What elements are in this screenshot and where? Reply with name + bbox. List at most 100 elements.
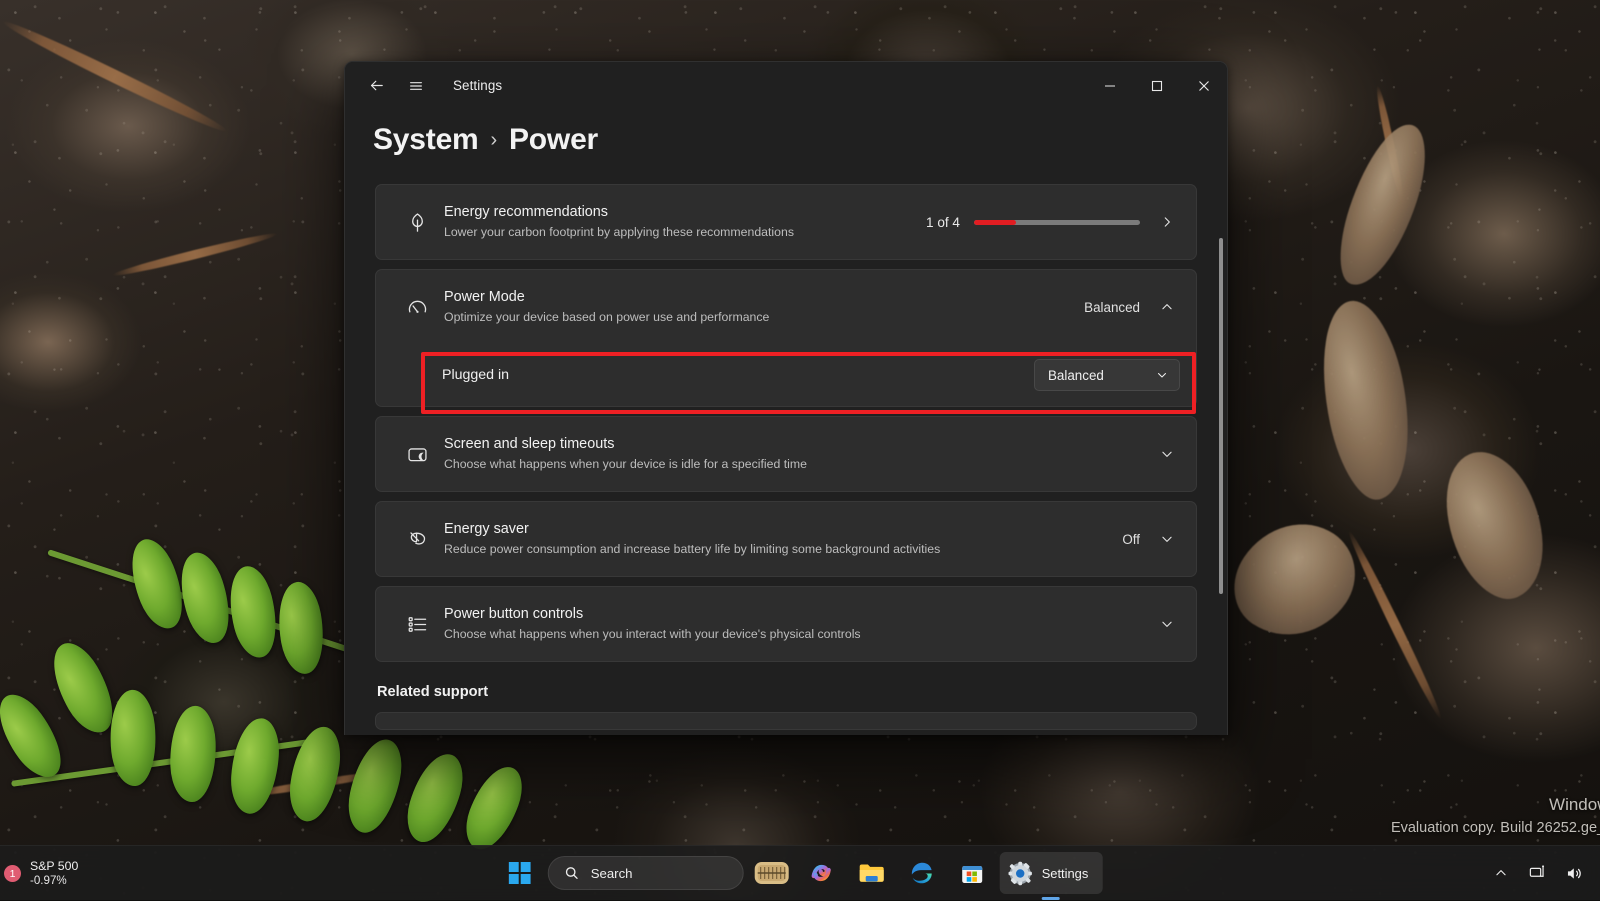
maximize-icon — [1151, 80, 1163, 92]
gauge-icon — [394, 296, 440, 319]
row-text: Energy recommendations Lower your carbon… — [440, 203, 926, 241]
chevron-down-icon[interactable] — [1154, 617, 1180, 631]
speaker-icon — [1564, 864, 1583, 883]
edge-icon — [909, 860, 935, 886]
maximize-button[interactable] — [1133, 62, 1180, 109]
card-energy-saver: Energy saver Reduce power consumption an… — [375, 501, 1197, 577]
row-text: Power Mode Optimize your device based on… — [440, 288, 1084, 326]
taskbar-app-microsoft-store[interactable] — [950, 852, 994, 894]
taskbar: 1 S&P 500 -0.97% Search — [0, 845, 1600, 900]
minimize-button[interactable] — [1086, 62, 1133, 109]
chevron-up-icon[interactable] — [1154, 300, 1180, 314]
plugged-in-power-mode-dropdown[interactable]: Balanced — [1034, 359, 1180, 391]
row-power-button-controls[interactable]: Power button controls Choose what happen… — [376, 587, 1196, 661]
breadcrumb: System › Power — [345, 109, 1227, 157]
progress-fill — [974, 220, 1016, 225]
row-title: Energy saver — [444, 520, 1122, 539]
progress-count-label: 1 of 4 — [926, 215, 960, 230]
energy-saver-icon — [394, 528, 440, 551]
taskbar-app-file-explorer[interactable] — [850, 852, 894, 894]
energy-saver-value: Off — [1122, 532, 1140, 547]
window-titlebar: Settings — [345, 62, 1227, 109]
taskbar-widgets-button[interactable]: 1 S&P 500 -0.97% — [0, 846, 90, 901]
taskbar-app-settings[interactable]: Settings — [1000, 852, 1103, 894]
leaf-icon — [394, 211, 440, 234]
content-scrollbar[interactable] — [1219, 182, 1223, 735]
row-screen-and-sleep-timeouts[interactable]: Screen and sleep timeouts Choose what ha… — [376, 417, 1196, 491]
widget-stock-name: S&P 500 — [30, 859, 78, 874]
row-right: Balanced — [1084, 300, 1180, 315]
list-icon — [394, 613, 440, 636]
card-screen-and-sleep-timeouts: Screen and sleep timeouts Choose what ha… — [375, 416, 1197, 492]
gear-icon — [1008, 861, 1033, 886]
close-button[interactable] — [1180, 62, 1227, 109]
energy-progress: 1 of 4 — [926, 215, 1140, 230]
row-text: Screen and sleep timeouts Choose what ha… — [440, 435, 1154, 473]
taskbar-app-widget-thumbnail[interactable] — [750, 852, 794, 894]
scrollbar-thumb[interactable] — [1219, 238, 1223, 594]
thumbnail-icon — [754, 860, 790, 886]
row-description: Choose what happens when you interact wi… — [444, 626, 1154, 643]
chevron-up-icon — [1494, 866, 1508, 880]
row-right — [1154, 617, 1180, 631]
row-title: Energy recommendations — [444, 203, 926, 222]
start-button[interactable] — [498, 852, 542, 894]
settings-content: Energy recommendations Lower your carbon… — [345, 184, 1227, 735]
window-controls — [1086, 62, 1227, 109]
settings-window: Settings System › Power — [344, 61, 1228, 735]
row-energy-recommendations[interactable]: Energy recommendations Lower your carbon… — [376, 185, 1196, 259]
taskbar-center: Search — [498, 846, 1103, 901]
widget-notification-badge: 1 — [4, 865, 21, 882]
row-title: Power Mode — [444, 288, 1084, 307]
card-power-mode: Power Mode Optimize your device based on… — [375, 269, 1197, 407]
taskbar-app-copilot[interactable] — [800, 852, 844, 894]
system-tray — [1484, 846, 1590, 901]
store-icon — [959, 861, 984, 886]
row-title: Power button controls — [444, 605, 1154, 624]
row-description: Lower your carbon footprint by applying … — [444, 224, 926, 241]
search-placeholder: Search — [591, 866, 633, 881]
power-mode-value: Balanced — [1084, 300, 1140, 315]
screen-moon-icon — [394, 443, 440, 466]
breadcrumb-system-link[interactable]: System — [373, 123, 479, 157]
back-button[interactable] — [359, 70, 393, 102]
search-icon — [564, 865, 580, 881]
row-description: Optimize your device based on power use … — [444, 309, 1084, 326]
row-description: Reduce power consumption and increase ba… — [444, 541, 1122, 558]
card-power-button-controls: Power button controls Choose what happen… — [375, 586, 1197, 662]
chevron-down-icon — [1156, 369, 1168, 381]
row-right — [1154, 447, 1180, 461]
hamburger-icon — [408, 78, 424, 94]
related-support-heading: Related support — [377, 684, 1197, 700]
card-related-support-partial[interactable] — [375, 712, 1197, 730]
back-arrow-icon — [368, 77, 385, 94]
row-title: Screen and sleep timeouts — [444, 435, 1154, 454]
chevron-right-icon[interactable] — [1154, 215, 1180, 229]
close-icon — [1198, 80, 1210, 92]
row-right: Off — [1122, 532, 1180, 547]
row-text: Power button controls Choose what happen… — [440, 605, 1154, 643]
row-energy-saver[interactable]: Energy saver Reduce power consumption an… — [376, 502, 1196, 576]
breadcrumb-separator: › — [491, 129, 497, 152]
show-hidden-icons-button[interactable] — [1484, 854, 1518, 892]
row-text: Energy saver Reduce power consumption an… — [440, 520, 1122, 558]
network-icon — [1528, 864, 1547, 883]
volume-button[interactable] — [1556, 854, 1590, 892]
widget-stock-change: -0.97% — [30, 874, 78, 888]
taskbar-app-edge[interactable] — [900, 852, 944, 894]
hamburger-menu-button[interactable] — [399, 70, 433, 102]
taskbar-app-settings-label: Settings — [1042, 866, 1089, 881]
taskbar-search-box[interactable]: Search — [548, 856, 744, 890]
plugged-in-label: Plugged in — [442, 367, 1034, 383]
row-description: Choose what happens when your device is … — [444, 456, 1154, 473]
network-button[interactable] — [1520, 854, 1554, 892]
row-power-mode[interactable]: Power Mode Optimize your device based on… — [376, 270, 1196, 344]
row-right: 1 of 4 — [926, 215, 1180, 230]
chevron-down-icon[interactable] — [1154, 447, 1180, 461]
page-title: Power — [509, 123, 598, 157]
windows-logo-icon — [509, 862, 531, 884]
dropdown-value: Balanced — [1048, 368, 1104, 383]
window-title: Settings — [453, 78, 502, 93]
progress-track — [974, 220, 1140, 225]
chevron-down-icon[interactable] — [1154, 532, 1180, 546]
